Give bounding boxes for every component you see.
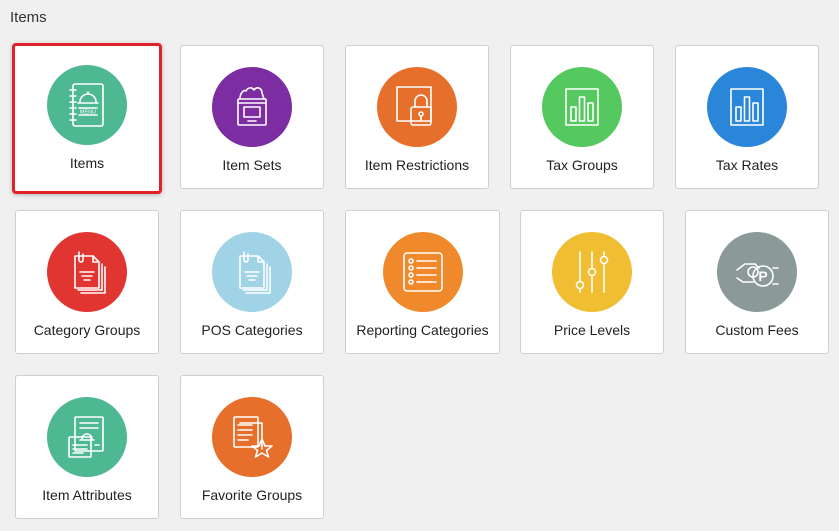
tile-item-restrictions[interactable]: Item Restrictions [345, 45, 489, 189]
star-document-icon [233, 416, 273, 458]
tile-tax-groups[interactable]: Tax Groups [510, 45, 654, 189]
tile-item-sets[interactable]: Item Sets [180, 45, 324, 189]
tile-icon-circle: MENU [47, 65, 127, 145]
document-stack-icon [239, 251, 271, 294]
bar-chart-icon [565, 88, 599, 126]
checklist-icon [402, 252, 443, 292]
tile-label: Favorite Groups [201, 487, 303, 503]
grocery-bag-icon [237, 87, 267, 126]
tile-label: Item Attributes [42, 487, 132, 503]
tile-custom-fees[interactable]: P Custom Fees [685, 210, 829, 354]
tile-label: Price Levels [553, 322, 631, 338]
tile-icon-circle [47, 232, 127, 312]
document-stack-icon [74, 251, 106, 294]
bar-chart-icon [730, 88, 764, 126]
tile-item-attributes[interactable]: Item Attributes [15, 375, 159, 519]
tile-icon-circle [542, 67, 622, 147]
tile-price-levels[interactable]: Price Levels [520, 210, 664, 354]
tile-label: Item Sets [222, 157, 282, 173]
padlock-icon [396, 86, 432, 126]
tile-label: Tax Rates [715, 157, 779, 173]
tile-favorite-groups[interactable]: Favorite Groups [180, 375, 324, 519]
parking-fee-icon: P [736, 263, 779, 287]
tile-icon-circle [707, 67, 787, 147]
tile-category-groups[interactable]: Category Groups [15, 210, 159, 354]
sliders-icon [575, 251, 609, 293]
tile-label: Items [69, 155, 105, 171]
tile-label: Category Groups [33, 322, 141, 338]
tile-label: Tax Groups [546, 157, 618, 173]
tile-label: Item Restrictions [364, 157, 470, 173]
tile-icon-circle [377, 67, 457, 147]
tile-label: Reporting Categories [356, 322, 489, 338]
tile-icon-circle [212, 397, 292, 477]
tile-label: Custom Fees [715, 322, 799, 338]
svg-text:MENU: MENU [80, 110, 96, 116]
tile-tax-rates[interactable]: Tax Rates [675, 45, 819, 189]
tile-icon-circle: P [717, 232, 797, 312]
tile-label: POS Categories [201, 322, 303, 338]
tile-icon-circle [47, 397, 127, 477]
tile-reporting-categories[interactable]: Reporting Categories [345, 210, 500, 354]
page-title: Items [10, 9, 47, 26]
tile-icon-circle [212, 232, 292, 312]
tile-icon-circle [552, 232, 632, 312]
menu-book-icon: MENU [69, 83, 104, 127]
tile-items[interactable]: MENU Items [12, 43, 162, 194]
tile-icon-circle [212, 67, 292, 147]
svg-text:P: P [758, 268, 767, 284]
tile-icon-circle [382, 232, 463, 312]
recipe-card-icon [68, 416, 104, 458]
tile-pos-categories[interactable]: POS Categories [180, 210, 324, 354]
